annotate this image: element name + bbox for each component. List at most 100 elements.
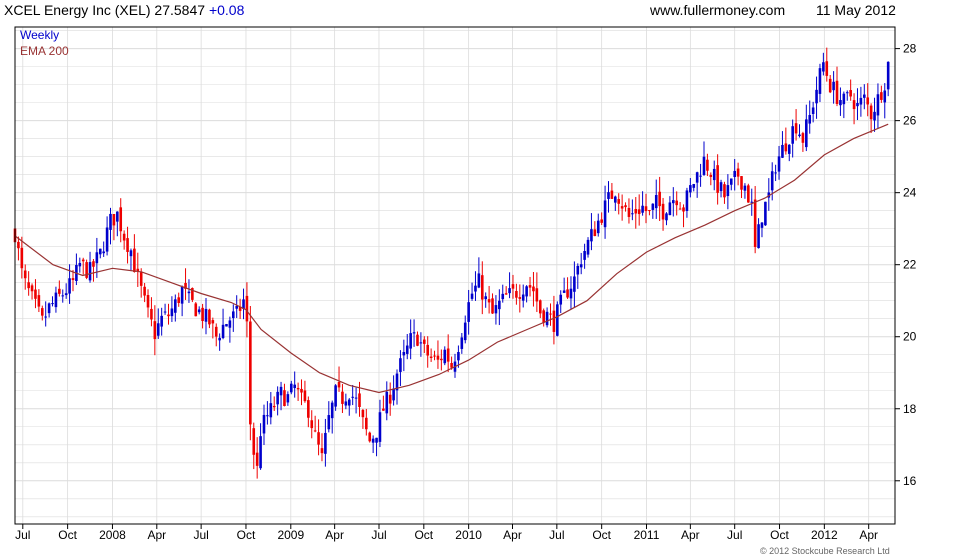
candle-body [712,168,716,181]
y-tick-label: 16 [903,474,917,488]
candle-body [368,432,372,442]
candle-body [354,397,358,399]
x-tick-label: Jul [727,528,742,542]
candle-body [699,175,702,177]
candle-body [126,238,129,252]
candle-body [47,303,51,314]
candle-body [392,388,395,401]
candle-body [279,386,283,396]
candle-body [818,68,822,94]
candle-body [324,432,327,454]
candle-body [276,391,279,405]
candle-body [92,261,95,267]
candle-body [671,200,675,204]
candle-body [446,348,450,362]
candle-body [81,259,85,262]
candle-body [668,202,672,216]
candle-body [658,191,661,207]
x-tick-label: Jul [549,528,564,542]
candle-body [436,355,440,360]
candle-body [579,264,583,268]
candle-body [289,383,293,393]
candle-body [777,156,781,172]
candle-body [719,182,723,192]
candle-body [590,229,593,242]
candle-body [180,286,184,304]
candle-body [375,437,378,443]
candle-body [610,190,614,199]
stock-chart: 16 18 20 22 24 26 28 Jul Oct 2008 Apr Jul Oct 2009 Ap… [13,26,917,542]
candle-body [856,103,859,107]
legend-weekly: Weekly [20,28,60,42]
y-tick-label: 26 [903,114,917,128]
candle-body [781,144,784,158]
candle-body [34,289,37,299]
site-url[interactable]: www.fullermoney.com [650,2,785,18]
candle-body [702,156,706,175]
candle-body [845,92,849,94]
x-axis-labels: Jul Oct 2008 Apr Jul Oct 2009 Apr Jul Oct 2010 Apr J… [15,524,878,542]
candle-body [163,311,167,313]
candle-body [549,313,552,315]
candle-body [139,272,143,286]
candle-body [37,295,41,307]
candle-body [225,324,228,327]
candle-body [637,209,641,215]
candle-body [617,199,621,204]
candle-body [296,387,300,390]
weekly-candles [13,47,890,479]
x-tick-label: Oct [770,528,789,542]
candle-body [64,293,68,296]
candle-body [150,308,153,320]
candle-body [706,159,709,171]
candle-body [532,286,535,292]
candle-body [433,355,436,357]
candle-body [801,133,805,143]
candle-body [259,436,262,469]
candle-body [641,205,644,213]
candle-body [105,227,109,252]
x-tick-label: 2010 [455,528,482,542]
candle-body [71,278,75,281]
candle-body [320,448,324,454]
candle-body [501,293,505,300]
x-tick-label: 2009 [277,528,304,542]
candle-body [58,288,61,294]
plot-frame [14,26,896,525]
candle-body [388,394,392,404]
candle-body [337,382,341,388]
candle-body [399,358,402,372]
candle-body [753,199,757,247]
candle-body [385,391,389,414]
candle-body [504,293,508,295]
candle-body [98,248,102,255]
candle-body [883,90,887,103]
candle-body [808,115,812,124]
candle-body [603,200,607,228]
candle-body [474,285,477,292]
candle-body [682,207,685,212]
candle-body [51,303,54,305]
candle-body [416,334,419,346]
candle-body [484,296,487,300]
candle-body [620,206,624,209]
candle-body [566,289,569,298]
x-tick-label: Apr [147,528,166,542]
candle-body [95,252,99,264]
candle-body [678,208,682,210]
chart-title: XCEL Energy Inc (XEL) 27.5847 [4,2,206,18]
candle-body [508,288,511,294]
ema-200-line [14,123,889,394]
candle-body [429,356,433,358]
candle-body [78,262,82,267]
candle-body [293,384,296,389]
candle-body [627,207,631,217]
candle-body [542,310,545,323]
candle-body [562,290,566,293]
x-tick-label: 2008 [99,528,126,542]
candle-body [644,206,648,212]
candle-body [859,97,863,105]
candle-body [757,224,760,249]
candle-body [873,111,876,121]
candle-body [218,337,221,341]
